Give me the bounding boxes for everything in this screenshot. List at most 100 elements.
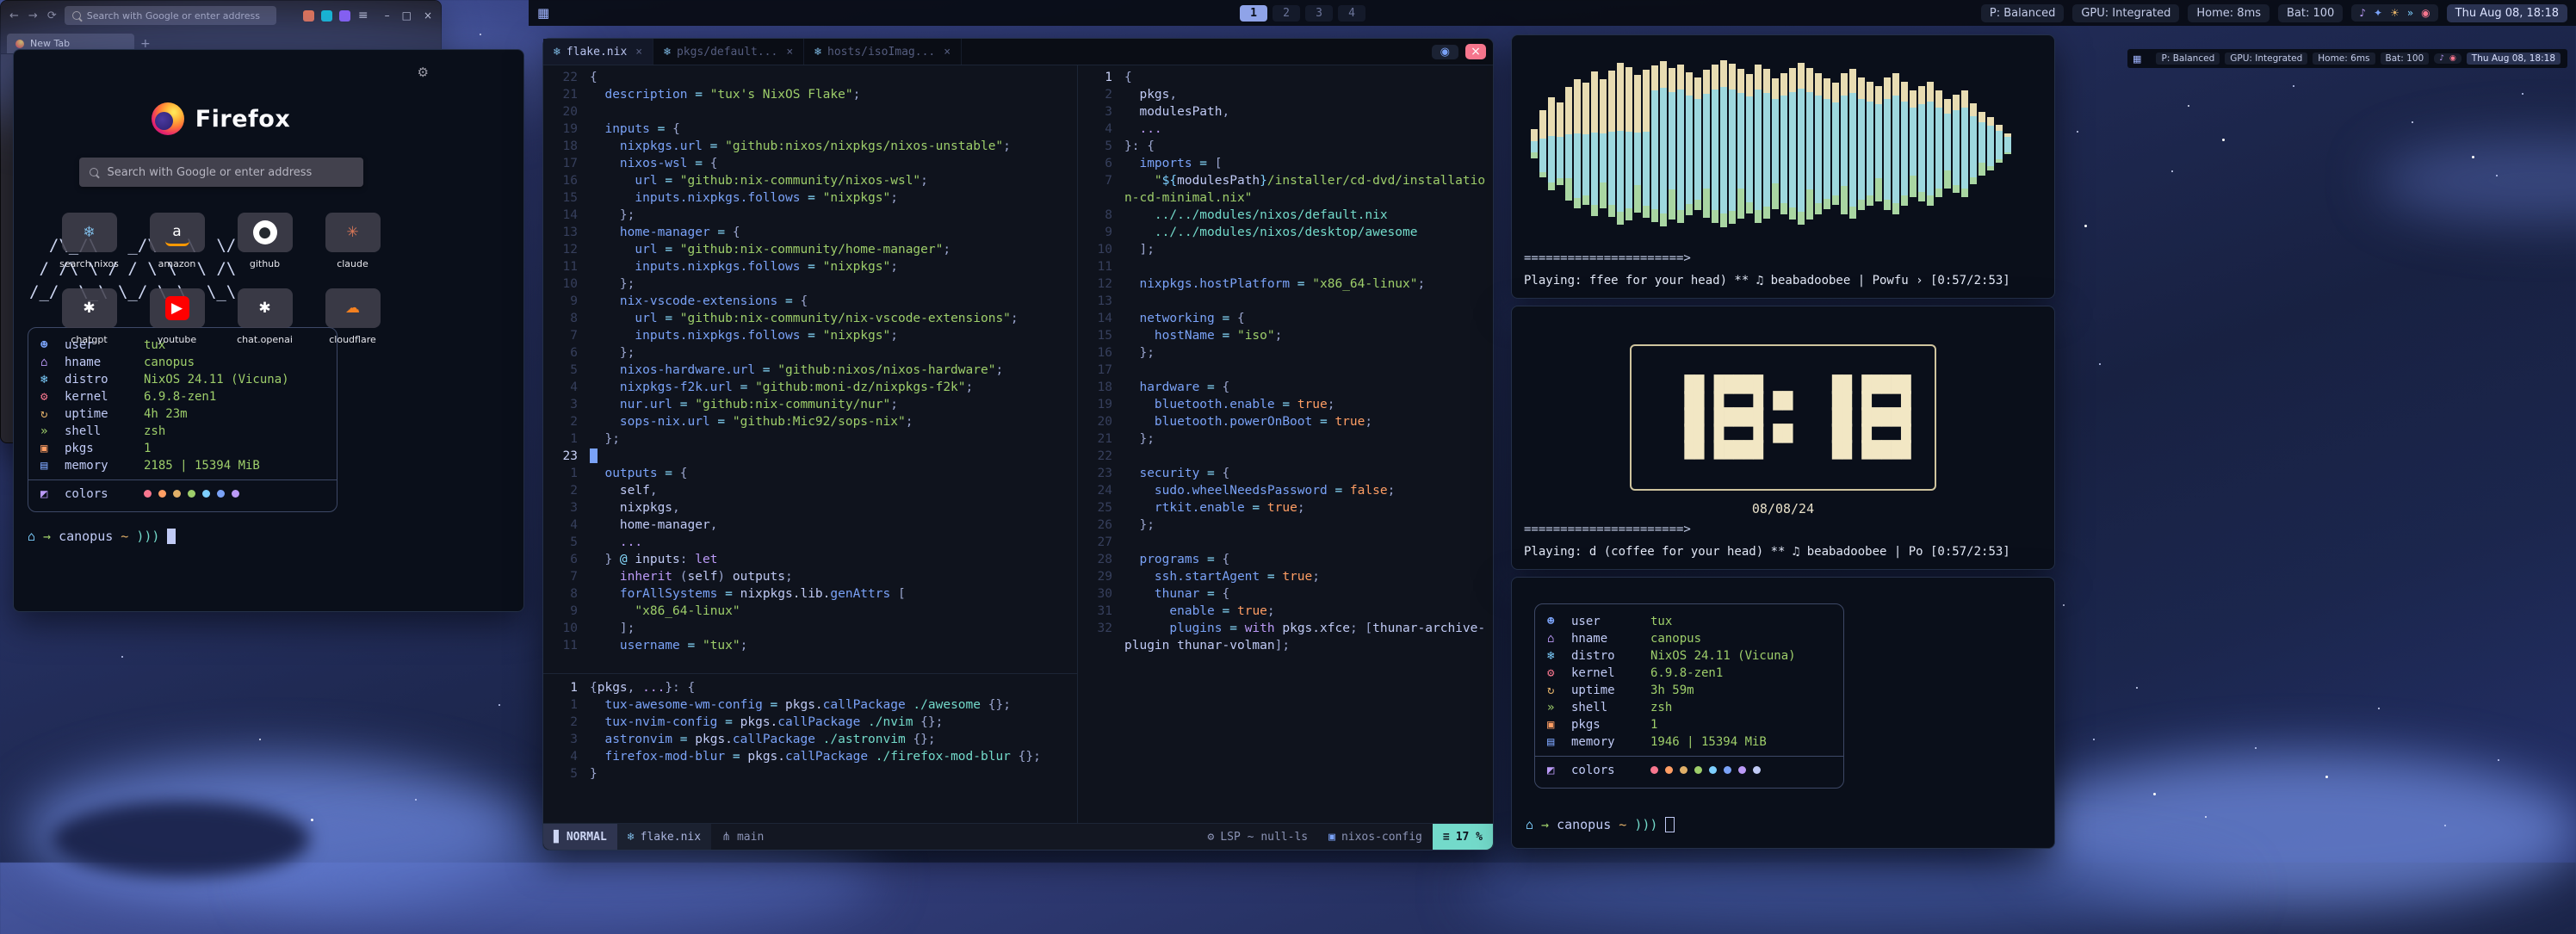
- status-pill[interactable]: Bat: 100: [2381, 53, 2430, 65]
- eye-icon[interactable]: ◉: [1432, 45, 1458, 59]
- menu-icon[interactable]: ▦: [2133, 53, 2146, 65]
- forward-button[interactable]: →: [28, 9, 38, 22]
- progress-icon: ≡: [1443, 831, 1450, 844]
- visualizer-bar: [1884, 77, 1891, 210]
- shortcut-tile: ❄: [62, 213, 117, 252]
- status-pill[interactable]: P: Balanced: [2156, 53, 2220, 65]
- shortcut-search.nixos[interactable]: ❄search.nixos: [57, 213, 122, 269]
- workspace-tag-2[interactable]: 2: [1273, 5, 1300, 22]
- code-line: 14 networking = {: [1078, 310, 1493, 327]
- status-pill[interactable]: GPU: Integrated: [2072, 4, 2179, 22]
- shortcut-chat.openai[interactable]: ✱chat.openai: [232, 288, 298, 345]
- editor-tab-flake-nix[interactable]: ❄flake.nix×: [543, 39, 653, 65]
- volume-icon[interactable]: ♪: [2439, 54, 2444, 63]
- status-pill[interactable]: Home: 8ms: [2188, 4, 2269, 22]
- status-pill[interactable]: Home: 6ms: [2313, 53, 2375, 65]
- volume-icon[interactable]: ♪: [2359, 7, 2366, 19]
- code-line: 24 sudo.wheelNeedsPassword = false;: [1078, 482, 1493, 499]
- address-bar[interactable]: Search with Google or enter address: [65, 6, 276, 25]
- workspace-tag-1[interactable]: 1: [1240, 5, 1267, 22]
- shortcut-chatgpt[interactable]: ✱chatgpt: [57, 288, 122, 345]
- shell-prompt[interactable]: ⌂ → canopus ~ ))): [28, 529, 176, 544]
- code-line: 1 tux-awesome-wm-config = pkgs.callPacka…: [543, 696, 1077, 714]
- code-line: 21 };: [1078, 430, 1493, 448]
- tab-close-icon[interactable]: ×: [944, 46, 951, 59]
- power-icon[interactable]: ◉: [2449, 54, 2456, 63]
- editor-tabs: ❄flake.nix×❄pkgs/default...×❄hosts/isoIm…: [543, 39, 962, 65]
- shortcut-amazon[interactable]: aamazon: [145, 213, 210, 269]
- neovim-editor[interactable]: ❄flake.nix×❄pkgs/default...×❄hosts/isoIm…: [542, 38, 1494, 850]
- status-pill[interactable]: P: Balanced: [1981, 4, 2064, 22]
- pane-flake-nix[interactable]: 22{21 description = "tux's NixOS Flake";…: [543, 65, 1077, 673]
- fetch-row-user: ☻usertux: [1547, 613, 1831, 630]
- fetch-terminal-right[interactable]: ☻usertux⌂hnamecanopus❄distroNixOS 24.11 …: [1511, 577, 2055, 849]
- workspace-tag-4[interactable]: 4: [1338, 5, 1365, 22]
- visualizer-bar: [1918, 86, 1925, 201]
- code-line: 30 thunar = {: [1078, 585, 1493, 603]
- packages-icon: ▣: [1547, 716, 1571, 733]
- menu-icon[interactable]: ▦: [529, 5, 558, 21]
- status-pill[interactable]: Bat: 100: [2278, 4, 2343, 22]
- line-number: 21: [543, 86, 590, 103]
- visualizer-bar: [1927, 82, 1934, 206]
- shortcut-label: amazon: [158, 258, 196, 269]
- back-button[interactable]: ←: [9, 9, 19, 22]
- fetch-label: pkgs: [1571, 716, 1650, 733]
- line-number: 9: [543, 293, 590, 310]
- tab-close-icon[interactable]: ×: [786, 46, 793, 59]
- power-icon[interactable]: ◉: [2421, 7, 2430, 19]
- editor-body: 22{21 description = "tux's NixOS Flake";…: [543, 65, 1493, 824]
- visualizer-bar: [1841, 73, 1848, 214]
- fetch-value: 1946 | 15394 MiB: [1650, 733, 1767, 751]
- pane-hosts-iso-nix[interactable]: 1{2 pkgs,3 modulesPath,4 ...5}: {6 impor…: [1078, 65, 1493, 824]
- user-icon: ☻: [1547, 613, 1571, 630]
- network-icon[interactable]: ✦: [2374, 7, 2382, 19]
- maximize-button[interactable]: □: [402, 9, 412, 22]
- shortcut-youtube[interactable]: ▶youtube: [145, 288, 210, 345]
- line-number: 1: [1078, 69, 1124, 86]
- code-line: 12 nixpkgs.hostPlatform = "x86_64-linux"…: [1078, 275, 1493, 293]
- visualizer-bar: [1634, 75, 1641, 213]
- shortcut-claude[interactable]: ✳claude: [320, 213, 386, 269]
- gear-icon[interactable]: ⚙: [418, 65, 429, 80]
- tab-close-icon[interactable]: ×: [635, 46, 642, 59]
- window-close-button[interactable]: ×: [1465, 44, 1486, 59]
- code-line: 17 nixos-wsl = {: [543, 155, 1077, 172]
- progress-separator: ======================>: [1524, 251, 1691, 265]
- shortcut-cloudflare[interactable]: ☁cloudflare: [320, 288, 386, 345]
- git-branch-segment: ⋔ main: [711, 824, 774, 850]
- pane-pkgs-default-nix[interactable]: 1{pkgs, ...}: {1 tux-awesome-wm-config =…: [543, 674, 1077, 824]
- shell-prompt[interactable]: ⌂ → canopus ~ ))): [1526, 817, 1675, 832]
- close-button[interactable]: ×: [424, 9, 432, 22]
- line-number: 4: [543, 748, 590, 765]
- newtab-search-input[interactable]: Search with Google or enter address: [79, 158, 363, 187]
- git-branch-name: main: [737, 831, 764, 844]
- minimize-button[interactable]: –: [385, 9, 390, 22]
- bluetooth-icon[interactable]: »: [2407, 7, 2413, 19]
- prompt-chevrons: ))): [136, 529, 159, 544]
- line-number: 30: [1078, 585, 1124, 603]
- status-pill[interactable]: GPU: Integrated: [2225, 53, 2307, 65]
- clock-frame: ██ █████ ██ █████ ██ █ █ ██ ██ █ █ ██ ██…: [1630, 344, 1936, 491]
- shortcut-github[interactable]: ●github: [232, 213, 298, 269]
- brightness-icon[interactable]: ☀: [2390, 7, 2400, 19]
- clock-widget-window[interactable]: ██ █████ ██ █████ ██ █ █ ██ ██ █ █ ██ ██…: [1511, 306, 2055, 570]
- hamburger-menu-icon[interactable]: ≡: [358, 9, 368, 22]
- fetch-divider: [28, 479, 337, 480]
- extension-icon-teal[interactable]: [321, 10, 332, 22]
- reload-button[interactable]: ⟳: [47, 9, 57, 22]
- fetch-label: hname: [1571, 630, 1650, 647]
- git-branch-icon: ⋔: [721, 831, 731, 844]
- line-number: 10: [543, 620, 590, 637]
- extension-icon-orange[interactable]: [303, 10, 314, 22]
- audio-visualizer-window[interactable]: ======================> Playing: ffee fo…: [1511, 34, 2055, 299]
- shortcut-label: chatgpt: [71, 334, 107, 345]
- editor-tab-pkgs-default---[interactable]: ❄pkgs/default...×: [653, 39, 804, 65]
- line-number: 15: [543, 189, 590, 207]
- extension-icon-purple[interactable]: [339, 10, 350, 22]
- workspace-tag-3[interactable]: 3: [1305, 5, 1333, 22]
- firefox-window[interactable]: ←→⟳ Search with Google or enter address …: [0, 0, 442, 443]
- scroll-progress-segment: ≡ 17 %: [1433, 824, 1493, 850]
- editor-tab-hosts-isoImag---[interactable]: ❄hosts/isoImag...×: [804, 39, 962, 65]
- github-icon: ●: [253, 220, 277, 244]
